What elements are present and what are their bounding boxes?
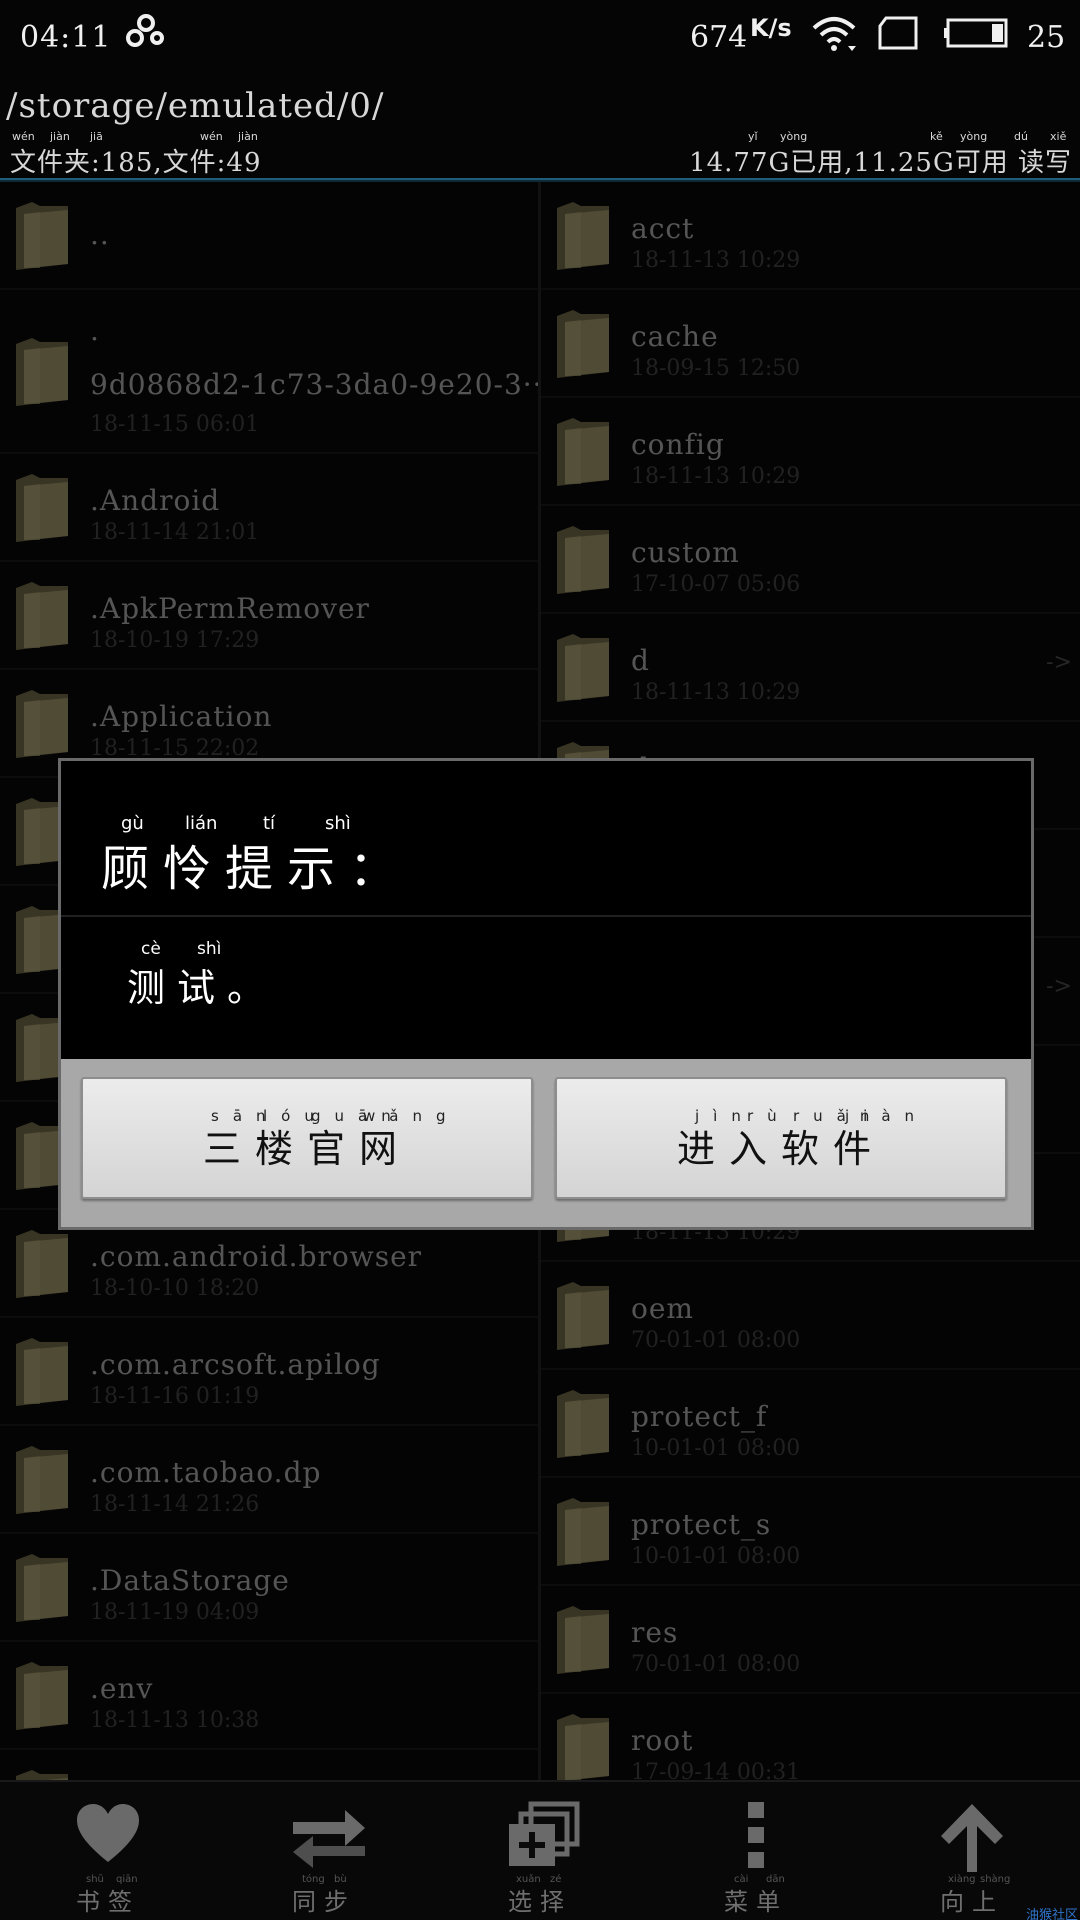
pinyin: wǎng — [363, 1107, 460, 1125]
net-speed-unit: K/s — [750, 14, 792, 42]
bookmark-label: 书签 — [76, 1888, 140, 1916]
bottom-toolbar: shū qiān 书签 tóng bù 同步 xuǎn zé 选择 cài dā… — [0, 1780, 1080, 1920]
menu-label: 菜单 — [724, 1888, 788, 1916]
dialog-divider — [61, 915, 1031, 917]
multi-select-icon — [509, 1801, 580, 1866]
battery-icon — [944, 18, 1012, 56]
menu-button[interactable]: cài dān 菜单 — [648, 1782, 864, 1920]
enter-app-label: 进入软件 — [676, 1126, 885, 1171]
pinyin: rù — [747, 1107, 791, 1125]
heart-icon — [77, 1804, 139, 1862]
bookmark-button[interactable]: shū qiān 书签 — [0, 1782, 216, 1920]
dialog-title: 顾怜提示： — [101, 841, 412, 897]
up-button[interactable]: xiàng shàng 向上 — [864, 1782, 1080, 1920]
status-time: 04:11 — [20, 20, 112, 55]
sync-button[interactable]: tóng bù 同步 — [216, 1782, 432, 1920]
menu-dots-icon — [748, 1802, 764, 1868]
pinyin: cè — [141, 939, 161, 959]
dialog-message: 测试。 — [127, 966, 278, 1010]
sync-label: 同步 — [292, 1888, 356, 1916]
sync-arrows-icon — [293, 1810, 365, 1868]
select-label: 选择 — [508, 1888, 572, 1916]
storage-usage: 14.77G已用,11.25G可用 读写 — [689, 148, 1072, 178]
select-button[interactable]: xuǎn zé 选择 — [432, 1782, 648, 1920]
current-path[interactable]: /storage/emulated/0/ — [6, 86, 384, 126]
link-icon — [124, 12, 168, 60]
pinyin: shì — [197, 939, 222, 959]
screen: 04:11 674 K/s 25 /storage/emulated/0/ wé… — [0, 0, 1080, 1920]
up-arrow-icon — [941, 1804, 1003, 1872]
dialog-button-area: sān lóu guān wǎng 三楼官网 jìn rù ruǎn jiàn … — [61, 1059, 1031, 1227]
enter-app-button[interactable]: jìn rù ruǎn jiàn 进入软件 — [555, 1077, 1007, 1199]
pinyin: jiàn — [845, 1107, 929, 1125]
official-site-button[interactable]: sān lóu guān wǎng 三楼官网 — [81, 1077, 533, 1199]
status-bar: 04:11 674 K/s 25 — [0, 0, 1080, 76]
pinyin: jìn — [695, 1107, 755, 1125]
battery-level: 25 — [1027, 20, 1066, 55]
folder-file-count: 文件夹:185,文件:49 — [10, 148, 262, 178]
watermark: 油猴社区 — [1025, 1908, 1078, 1920]
net-speed: 674 — [690, 20, 748, 55]
notice-dialog: gù lián tí shì 顾怜提示： cè shì 测试。 sān lóu … — [58, 758, 1034, 1230]
wifi-icon — [812, 16, 856, 60]
official-site-label: 三楼官网 — [202, 1126, 411, 1171]
sim-card-icon — [876, 16, 920, 58]
